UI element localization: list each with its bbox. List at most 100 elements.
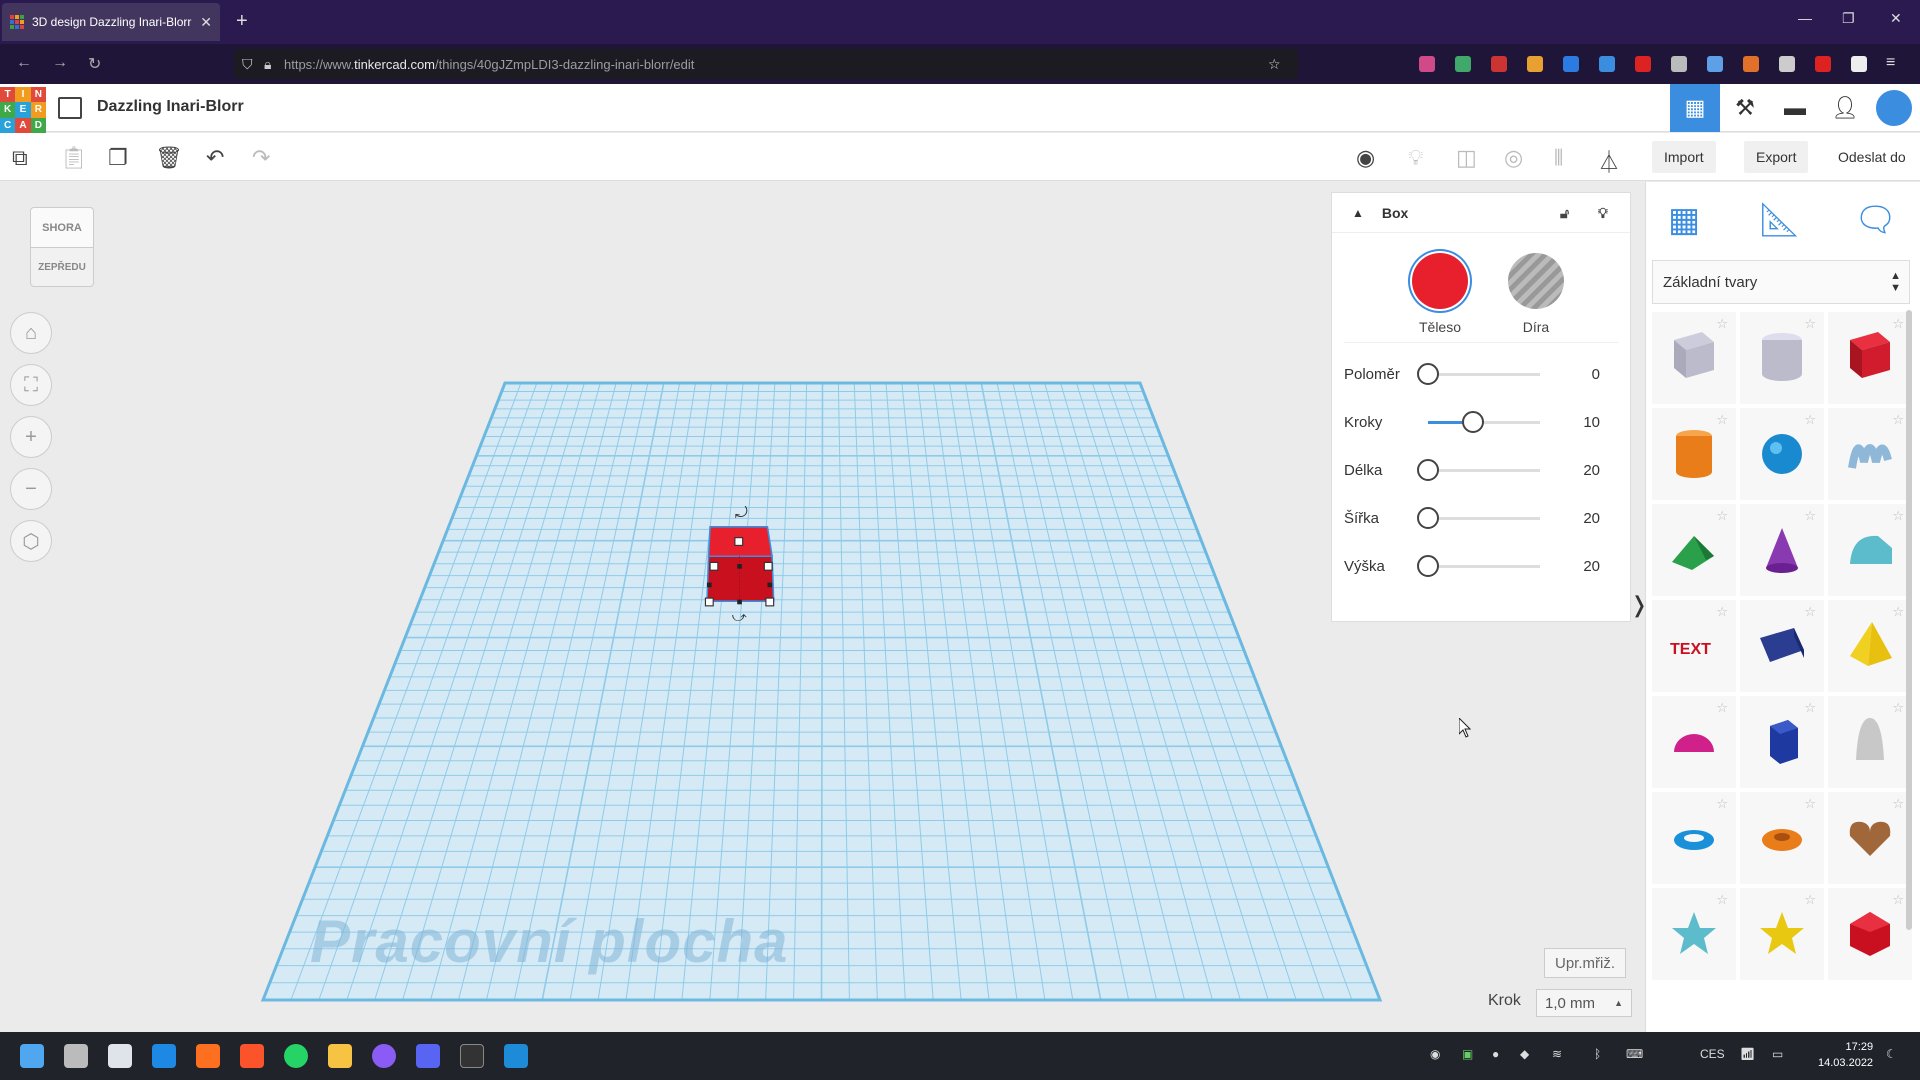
task-view-icon[interactable] <box>64 1044 88 1068</box>
group-icon[interactable]: ◫ <box>1456 145 1477 171</box>
import-button[interactable]: Import <box>1652 141 1716 173</box>
notes-panel-icon[interactable]: 🗨︎ <box>1854 200 1897 240</box>
tray-icon[interactable]: ● <box>1492 1047 1499 1061</box>
favorite-star-icon[interactable]: ☆ <box>1804 892 1816 908</box>
bookmark-star-icon[interactable]: ☆ <box>1268 56 1281 73</box>
shape-tile-star[interactable]: ☆ <box>1652 888 1736 980</box>
shape-tile-star-yellow[interactable]: ☆ <box>1740 888 1824 980</box>
extension-icon[interactable] <box>1527 56 1543 72</box>
redo-icon[interactable]: ↷ <box>252 145 270 171</box>
shape-tile-round-roof[interactable]: ☆ <box>1828 504 1912 596</box>
favorite-star-icon[interactable]: ☆ <box>1892 412 1904 428</box>
windows-start-icon[interactable] <box>20 1044 44 1068</box>
shapes-scrollbar[interactable] <box>1906 310 1912 930</box>
collapse-icon[interactable]: ▲ <box>1352 206 1364 220</box>
bricks-icon[interactable]: ▬ <box>1770 84 1820 132</box>
param-value[interactable]: 20 <box>1583 558 1600 575</box>
brave-icon[interactable] <box>240 1044 264 1068</box>
tray-icon[interactable]: ◆ <box>1520 1047 1529 1061</box>
minimize-icon[interactable]: — <box>1798 10 1812 26</box>
extension-icon[interactable] <box>1491 56 1507 72</box>
discord-icon[interactable] <box>416 1044 440 1068</box>
tray-icon[interactable]: ▣ <box>1462 1047 1473 1061</box>
back-icon[interactable]: ← <box>16 54 32 72</box>
export-button[interactable]: Export <box>1744 141 1809 173</box>
zoom-in-icon[interactable]: + <box>10 416 52 458</box>
home-view-icon[interactable]: ⌂ <box>10 312 52 354</box>
shape-tile-icosahedron[interactable]: ☆ <box>1828 888 1912 980</box>
blocks-icon[interactable]: ⚒ <box>1720 84 1770 132</box>
fit-view-icon[interactable]: ⛶ <box>10 364 52 406</box>
favorite-star-icon[interactable]: ☆ <box>1716 508 1728 524</box>
snap-step-select[interactable]: 1,0 mm ▲ <box>1536 989 1632 1017</box>
param-slider-knob[interactable] <box>1417 459 1439 481</box>
view-cube-front[interactable]: ZEPŘEDU <box>30 247 94 287</box>
shape-tile-sphere[interactable]: ☆ <box>1740 408 1824 500</box>
lock-icon[interactable]: 🔒︎ <box>264 56 271 73</box>
align-icon[interactable]: ⫴ <box>1554 145 1563 171</box>
favorite-star-icon[interactable]: ☆ <box>1892 508 1904 524</box>
extension-icon[interactable] <box>1563 56 1579 72</box>
firefox-icon[interactable] <box>196 1044 220 1068</box>
language-indicator[interactable]: CES <box>1700 1047 1725 1061</box>
tray-icon[interactable]: ≋ <box>1552 1047 1562 1061</box>
system-clock[interactable]: 17:29 14.03.2022 <box>1818 1039 1873 1071</box>
copy-icon[interactable]: ⧉ <box>12 145 28 171</box>
param-slider-track[interactable] <box>1428 564 1540 568</box>
favorite-star-icon[interactable]: ☆ <box>1716 892 1728 908</box>
shape-tile-paraboloid[interactable]: ☆ <box>1828 696 1912 788</box>
avatar[interactable] <box>1874 88 1914 128</box>
favorite-star-icon[interactable]: ☆ <box>1716 796 1728 812</box>
close-tab-icon[interactable]: ✕ <box>200 14 212 31</box>
trello-icon[interactable] <box>504 1044 528 1068</box>
extension-icon[interactable] <box>1851 56 1867 72</box>
view-cube-top[interactable]: SHORA <box>30 207 94 247</box>
shape-tile-cylinder-hole[interactable]: ☆ <box>1740 312 1824 404</box>
selected-box-shape[interactable]: ⤾ ⤻ <box>692 502 784 626</box>
favorite-star-icon[interactable]: ☆ <box>1716 700 1728 716</box>
shape-tile-half-sphere[interactable]: ☆ <box>1652 696 1736 788</box>
projection-icon[interactable]: ⬡ <box>10 520 52 562</box>
keyboard-icon[interactable]: ⌨ <box>1626 1047 1643 1061</box>
shape-tile-polygon[interactable]: ☆ <box>1740 696 1824 788</box>
mail-icon[interactable] <box>152 1044 176 1068</box>
extension-icon[interactable] <box>1743 56 1759 72</box>
whatsapp-icon[interactable] <box>284 1044 308 1068</box>
favorite-star-icon[interactable]: ☆ <box>1892 892 1904 908</box>
design-list-icon[interactable] <box>58 97 82 119</box>
reload-icon[interactable]: ↻ <box>88 54 101 74</box>
url-bar[interactable]: ⛉ 🔒︎ https://www. tinkercad.com/things/40… <box>234 49 1298 79</box>
shape-tile-cone[interactable]: ☆ <box>1740 504 1824 596</box>
paste-icon[interactable]: 📋︎ <box>60 145 88 171</box>
shape-tile-pyramid[interactable]: ☆ <box>1828 600 1912 692</box>
favorite-star-icon[interactable]: ☆ <box>1804 700 1816 716</box>
param-value[interactable]: 20 <box>1583 510 1600 527</box>
puzzle-icon[interactable] <box>1671 56 1687 72</box>
menu-icon[interactable]: ≡ <box>1886 54 1895 72</box>
param-slider-knob[interactable] <box>1417 555 1439 577</box>
zoom-out-icon[interactable]: − <box>10 468 52 510</box>
view-cube[interactable]: SHORA ZEPŘEDU <box>30 207 94 287</box>
shape-tile-cylinder[interactable]: ☆ <box>1652 408 1736 500</box>
favorite-star-icon[interactable]: ☆ <box>1804 508 1816 524</box>
favorite-star-icon[interactable]: ☆ <box>1892 604 1904 620</box>
favorite-star-icon[interactable]: ☆ <box>1892 316 1904 332</box>
send-to-button[interactable]: Odeslat do <box>1826 141 1918 173</box>
undo-icon[interactable]: ↶ <box>206 145 224 171</box>
file-explorer-icon[interactable] <box>328 1044 352 1068</box>
battery-icon[interactable]: ▭ <box>1772 1047 1783 1061</box>
close-window-icon[interactable]: ✕ <box>1890 10 1902 27</box>
messenger-icon[interactable] <box>372 1044 396 1068</box>
shape-tile-text[interactable]: TEXT ☆ <box>1652 600 1736 692</box>
param-slider-knob[interactable] <box>1417 507 1439 529</box>
param-slider-knob[interactable] <box>1462 411 1484 433</box>
inspector-toggle-icon[interactable]: ❭ <box>1630 592 1648 622</box>
wifi-icon[interactable]: 📶︎ <box>1740 1047 1755 1061</box>
tray-icon[interactable]: ◉ <box>1430 1047 1440 1061</box>
extension-icon[interactable] <box>1707 56 1723 72</box>
pocket-icon[interactable] <box>1419 56 1435 72</box>
param-slider-track[interactable] <box>1428 468 1540 472</box>
favorite-star-icon[interactable]: ☆ <box>1804 316 1816 332</box>
visibility-bulb-icon[interactable]: 💡︎ <box>1598 205 1608 222</box>
grid-workplane-icon[interactable]: ▦ <box>1668 200 1700 240</box>
